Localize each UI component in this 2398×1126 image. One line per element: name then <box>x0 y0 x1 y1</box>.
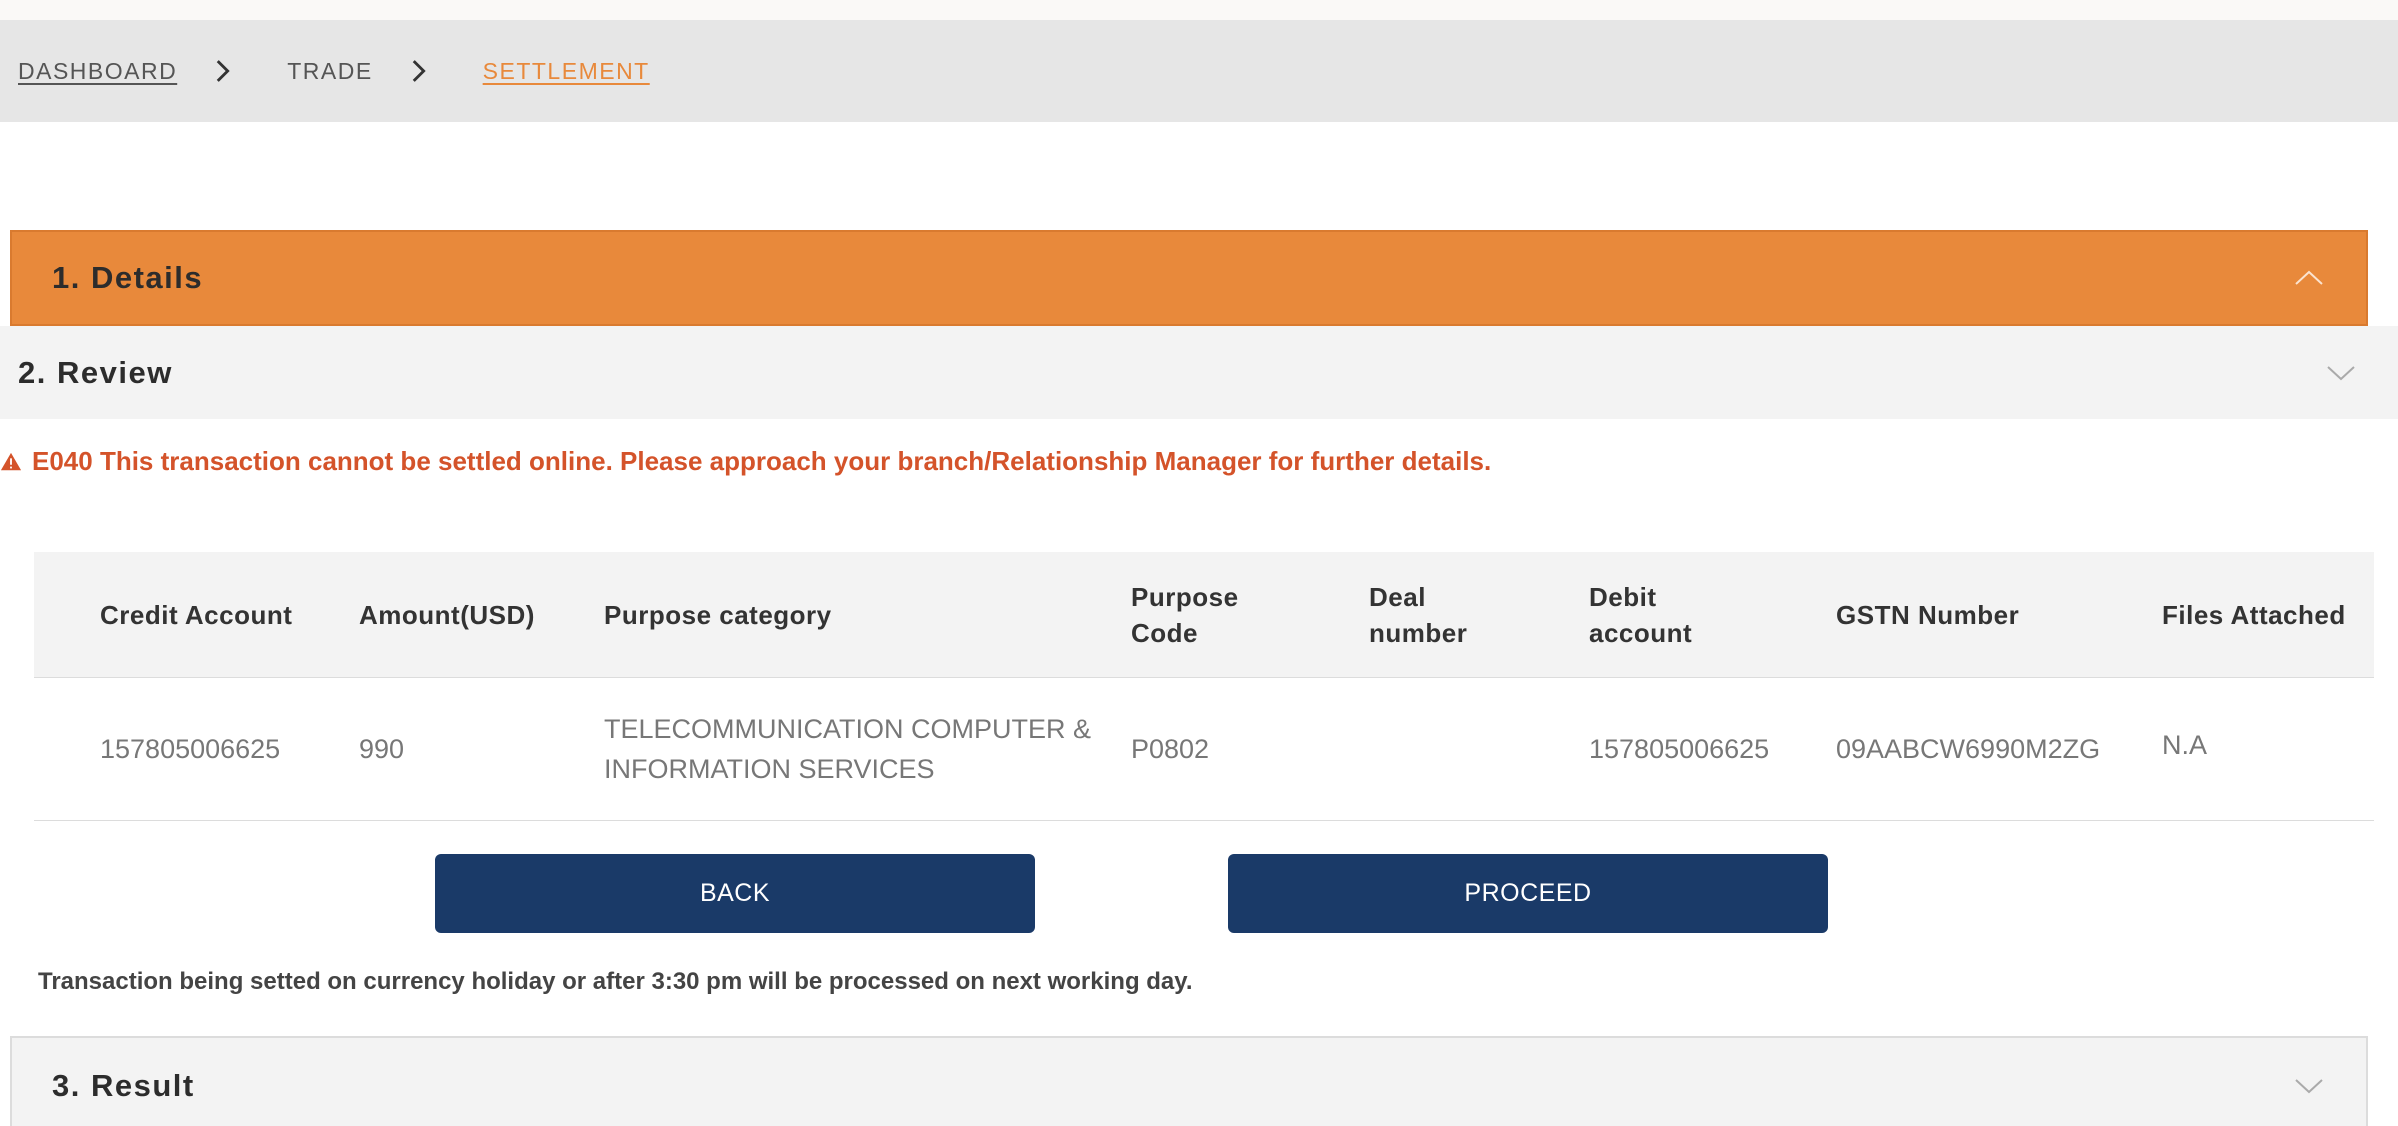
settlement-table: Credit Account Amount(USD) Purpose categ… <box>34 552 2374 821</box>
chevron-right-icon <box>401 54 435 88</box>
chevron-down-icon[interactable] <box>2292 1074 2326 1098</box>
chevron-down-icon[interactable] <box>2324 361 2358 385</box>
header-debit-account: Debit account <box>1589 581 1693 648</box>
header-amount: Amount(USD) <box>359 599 535 630</box>
breadcrumb-trade[interactable]: TRADE <box>287 58 372 85</box>
header-gstn-number: GSTN Number <box>1836 599 2020 630</box>
breadcrumb: DASHBOARD TRADE SETTLEMENT <box>0 20 2398 122</box>
cell-purpose-category: TELECOMMUNICATION COMPUTER & INFORMATION… <box>604 714 1092 784</box>
chevron-up-icon[interactable] <box>2292 266 2326 290</box>
header-credit-account: Credit Account <box>100 599 293 630</box>
section-result-header[interactable]: 3. Result <box>10 1036 2368 1126</box>
cell-debit-account: 157805006625 <box>1589 734 1770 764</box>
table-row: 157805006625 990 TELECOMMUNICATION COMPU… <box>34 678 2374 821</box>
header-purpose-category: Purpose category <box>604 599 832 630</box>
table-header: Credit Account Amount(USD) Purpose categ… <box>34 552 2374 678</box>
breadcrumb-settlement[interactable]: SETTLEMENT <box>483 58 650 85</box>
header-purpose-code: Purpose Code <box>1131 581 1239 648</box>
warning-icon <box>0 452 22 470</box>
section-details-title: 1. Details <box>52 260 204 295</box>
header-deal-number: Deal number <box>1369 581 1468 648</box>
section-result-title: 3. Result <box>52 1068 195 1103</box>
section-review-title: 2. Review <box>18 354 173 390</box>
back-button[interactable]: BACK <box>435 854 1035 933</box>
error-text: E040 This transaction cannot be settled … <box>32 446 1492 476</box>
cell-purpose-code: P0802 <box>1131 734 1210 764</box>
section-review-header[interactable]: 2. Review <box>0 326 2398 419</box>
cell-amount: 990 <box>359 734 405 764</box>
cell-gstn-number: 09AABCW6990M2ZG <box>1836 734 2101 764</box>
section-details-header[interactable]: 1. Details <box>10 230 2368 326</box>
error-message: E040 This transaction cannot be settled … <box>0 446 1491 477</box>
proceed-button[interactable]: PROCEED <box>1228 854 1828 933</box>
cell-credit-account: 157805006625 <box>100 734 281 764</box>
cell-files-attached: N.A <box>2162 730 2208 760</box>
processing-note: Transaction being setted on currency hol… <box>38 968 1193 995</box>
header-files-attached: Files Attached <box>2162 599 2346 630</box>
top-strip <box>0 0 2398 20</box>
chevron-right-icon <box>205 54 239 88</box>
breadcrumb-dashboard[interactable]: DASHBOARD <box>18 58 177 85</box>
